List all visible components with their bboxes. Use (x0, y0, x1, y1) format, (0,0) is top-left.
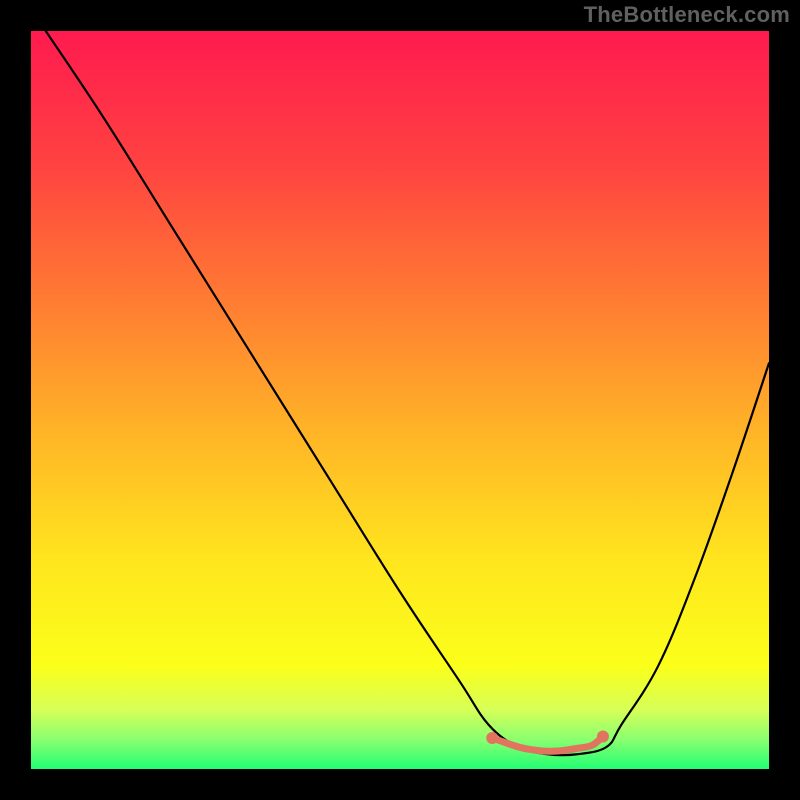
highlight-marker (597, 731, 609, 743)
gradient-background (31, 31, 769, 769)
highlight-marker (486, 732, 498, 744)
bottleneck-chart (31, 31, 769, 769)
plot-area (31, 31, 769, 769)
watermark-text: TheBottleneck.com (584, 2, 790, 28)
chart-container: TheBottleneck.com (0, 0, 800, 800)
